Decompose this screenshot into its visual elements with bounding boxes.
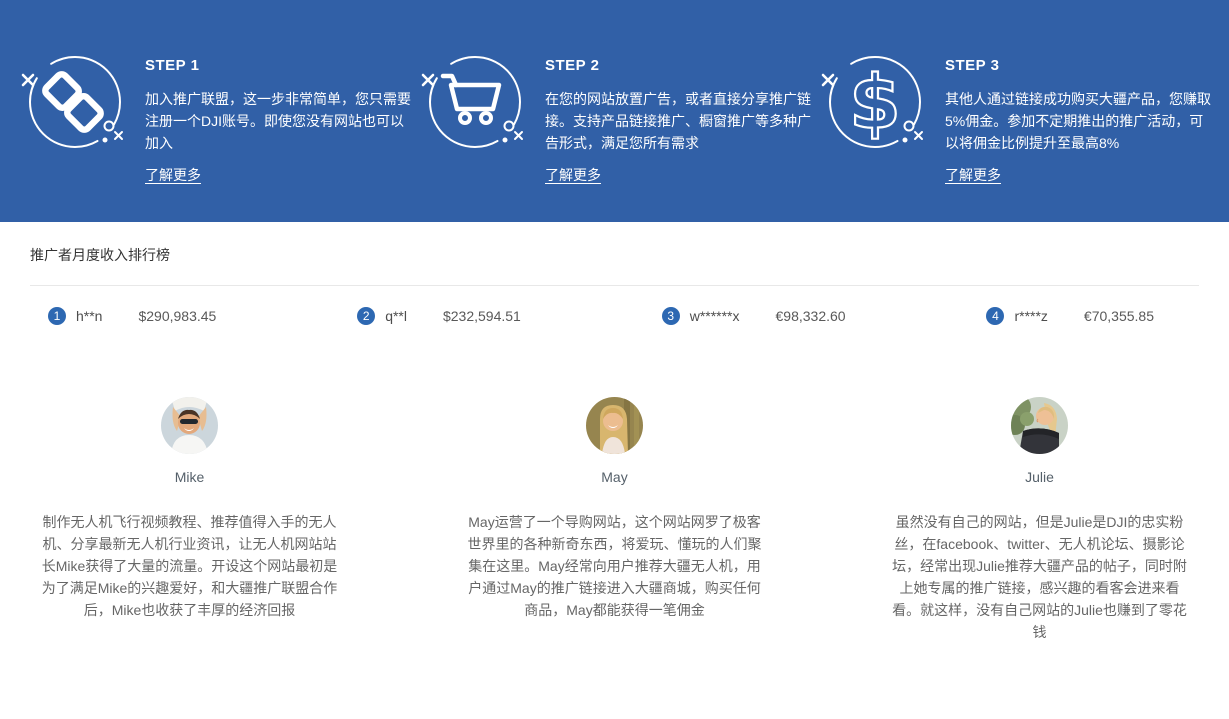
julie-avatar: [1011, 397, 1068, 454]
shopping-cart-icon: [415, 42, 535, 162]
rank-1-badge: 1: [48, 307, 66, 325]
chain-link-icon: [15, 42, 135, 162]
mike-description: 制作无人机飞行视频教程、推荐值得入手的无人机、分享最新无人机行业资讯，让无人机网…: [40, 511, 340, 621]
testimonial-julie: Julie 虽然没有自己的网站，但是Julie是DJI的忠实粉丝，在facebo…: [890, 397, 1190, 643]
step-1-block: STEP 1 加入推广联盟，这一步非常简单，您只需要注册一个DJI账号。即使您没…: [15, 0, 415, 222]
step-2-learn-more-link[interactable]: 了解更多: [545, 165, 601, 185]
step-1-learn-more-link[interactable]: 了解更多: [145, 165, 201, 185]
svg-text:$: $: [849, 60, 901, 146]
julie-name: Julie: [1025, 469, 1054, 485]
leaderboard-entry-4-amount: €70,355.85: [1084, 308, 1154, 324]
leaderboard-entry-2: 2 q**l $232,594.51: [357, 307, 521, 325]
steps-header: STEP 1 加入推广联盟，这一步非常简单，您只需要注册一个DJI账号。即使您没…: [0, 0, 1229, 222]
dollar-sign-icon: $: [815, 42, 935, 162]
testimonial-may: May May运营了一个导购网站，这个网站网罗了极客世界里的各种新奇东西，将爱玩…: [465, 397, 765, 643]
leaderboard-row: 1 h**n $290,983.45 2 q**l $232,594.51 3 …: [0, 286, 1229, 325]
leaderboard-entry-2-name: q**l: [385, 308, 407, 324]
leaderboard-entry-3-amount: €98,332.60: [776, 308, 846, 324]
leaderboard-entry-1-amount: $290,983.45: [138, 308, 216, 324]
step-2-description: 在您的网站放置广告，或者直接分享推广链接。支持产品链接推广、橱窗推广等多种广告形…: [545, 88, 811, 154]
leaderboard-entry-4: 4 r****z €70,355.85: [986, 307, 1154, 325]
mike-name: Mike: [175, 469, 205, 485]
leaderboard-entry-1-name: h**n: [76, 308, 102, 324]
rank-2-badge: 2: [357, 307, 375, 325]
rank-3-badge: 3: [662, 307, 680, 325]
testimonials-section: Mike 制作无人机飞行视频教程、推荐值得入手的无人机、分享最新无人机行业资讯，…: [0, 397, 1229, 643]
step-2-block: STEP 2 在您的网站放置广告，或者直接分享推广链接。支持产品链接推广、橱窗推…: [415, 0, 815, 222]
leaderboard-entry-4-name: r****z: [1014, 308, 1047, 324]
may-avatar: [586, 397, 643, 454]
leaderboard-entry-1: 1 h**n $290,983.45: [48, 307, 216, 325]
leaderboard-title: 推广者月度收入排行榜: [30, 245, 1229, 265]
leaderboard-entry-3-name: w******x: [690, 308, 740, 324]
step-1-title: STEP 1: [145, 57, 415, 74]
step-3-description: 其他人通过链接成功购买大疆产品，您赚取5%佣金。参加不定期推出的推广活动，可以将…: [945, 88, 1211, 154]
testimonial-mike: Mike 制作无人机飞行视频教程、推荐值得入手的无人机、分享最新无人机行业资讯，…: [40, 397, 340, 643]
rank-4-badge: 4: [986, 307, 1004, 325]
step-3-title: STEP 3: [945, 57, 1215, 74]
leaderboard-section: 推广者月度收入排行榜 1 h**n $290,983.45 2 q**l $23…: [0, 222, 1229, 325]
step-2-title: STEP 2: [545, 57, 815, 74]
step-1-description: 加入推广联盟，这一步非常简单，您只需要注册一个DJI账号。即使您没有网站也可以加…: [145, 88, 411, 154]
mike-avatar: [161, 397, 218, 454]
leaderboard-entry-3: 3 w******x €98,332.60: [662, 307, 846, 325]
leaderboard-entry-2-amount: $232,594.51: [443, 308, 521, 324]
julie-description: 虽然没有自己的网站，但是Julie是DJI的忠实粉丝，在facebook、twi…: [890, 511, 1190, 643]
step-3-learn-more-link[interactable]: 了解更多: [945, 165, 1001, 185]
step-3-block: $ STEP 3 其他人通过链接成功购买大疆产品，您赚取5%佣金。参加不定期推出…: [815, 0, 1215, 222]
may-name: May: [601, 469, 627, 485]
may-description: May运营了一个导购网站，这个网站网罗了极客世界里的各种新奇东西，将爱玩、懂玩的…: [465, 511, 765, 621]
